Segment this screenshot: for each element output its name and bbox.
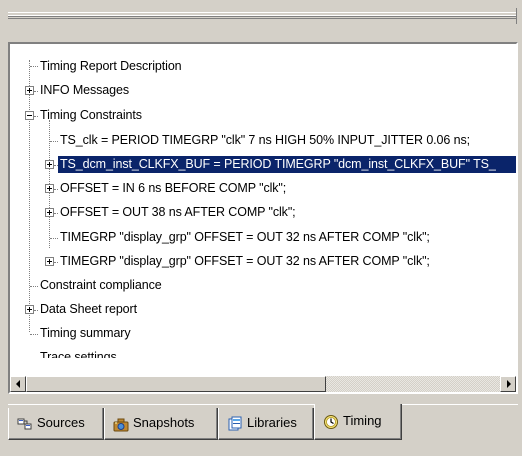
tab-bar-divider	[8, 404, 518, 405]
scroll-left-button[interactable]	[10, 376, 26, 392]
expand-plus-icon[interactable]	[45, 160, 54, 169]
tree-item-label: TIMEGRP "display_grp" OFFSET = OUT 32 ns…	[60, 230, 430, 244]
tree-item-label: Timing Constraints	[40, 108, 142, 122]
tree-connector	[50, 141, 58, 142]
arrow-left-icon	[16, 380, 20, 388]
tree-view[interactable]: Timing Report Description INFO Messages …	[10, 44, 516, 358]
expand-plus-icon[interactable]	[45, 184, 54, 193]
tree-item-label: TS_dcm_inst_CLKFX_BUF = PERIOD TIMEGRP "…	[58, 156, 516, 173]
tab-label: Libraries	[247, 415, 297, 430]
tab-label: Snapshots	[133, 415, 195, 430]
expand-plus-icon[interactable]	[45, 257, 54, 266]
tree-item-label: Timing Report Description	[40, 59, 182, 73]
tab-libraries[interactable]: Libraries	[218, 408, 314, 440]
tree-item-label: Timing summary	[40, 326, 131, 340]
scroll-right-button[interactable]	[500, 376, 516, 392]
tab-label: Sources	[37, 415, 85, 430]
panel-edge-handle[interactable]	[516, 8, 522, 24]
panel-grip-handle[interactable]	[8, 12, 516, 19]
tree-connector	[30, 286, 38, 287]
tree-connector	[30, 66, 38, 67]
scroll-thumb[interactable]	[26, 376, 326, 392]
tree-item-label: TIMEGRP "display_grp" OFFSET = OUT 32 ns…	[60, 254, 430, 268]
view-tab-bar: Sources Snapshots Libraries Timing	[0, 402, 522, 456]
tree-item-label: INFO Messages	[40, 83, 130, 97]
panel-title-bar[interactable]	[0, 0, 522, 38]
tab-sources[interactable]: Sources	[8, 408, 104, 440]
expand-plus-icon[interactable]	[25, 305, 34, 314]
tab-label: Timing	[343, 413, 382, 428]
tree-item-label: TS_clk = PERIOD TIMEGRP "clk" 7 ns HIGH …	[60, 133, 471, 147]
arrow-right-icon	[507, 380, 511, 388]
libraries-icon	[228, 416, 242, 431]
tree-item-label: Constraint compliance	[40, 278, 162, 292]
tab-snapshots[interactable]: Snapshots	[104, 408, 218, 440]
timing-report-tree-panel: Timing Report Description INFO Messages …	[8, 42, 518, 394]
snapshots-icon	[113, 418, 129, 432]
sources-icon	[17, 418, 32, 430]
tree-item-label: OFFSET = IN 6 ns BEFORE COMP "clk";	[60, 181, 287, 195]
expand-plus-icon[interactable]	[25, 86, 34, 95]
collapse-minus-icon[interactable]	[25, 111, 34, 120]
timing-clock-icon	[324, 415, 338, 429]
tree-connector	[30, 334, 38, 335]
horizontal-scrollbar[interactable]	[10, 376, 516, 392]
tree-item-label: Trace settings	[40, 350, 117, 358]
expand-plus-icon[interactable]	[45, 208, 54, 217]
tree-item-label: Data Sheet report	[40, 302, 137, 316]
tree-connector	[50, 238, 58, 239]
tab-timing[interactable]: Timing	[314, 404, 402, 440]
tree-connector-root	[29, 60, 30, 332]
tree-item-label: OFFSET = OUT 38 ns AFTER COMP "clk";	[60, 205, 296, 219]
